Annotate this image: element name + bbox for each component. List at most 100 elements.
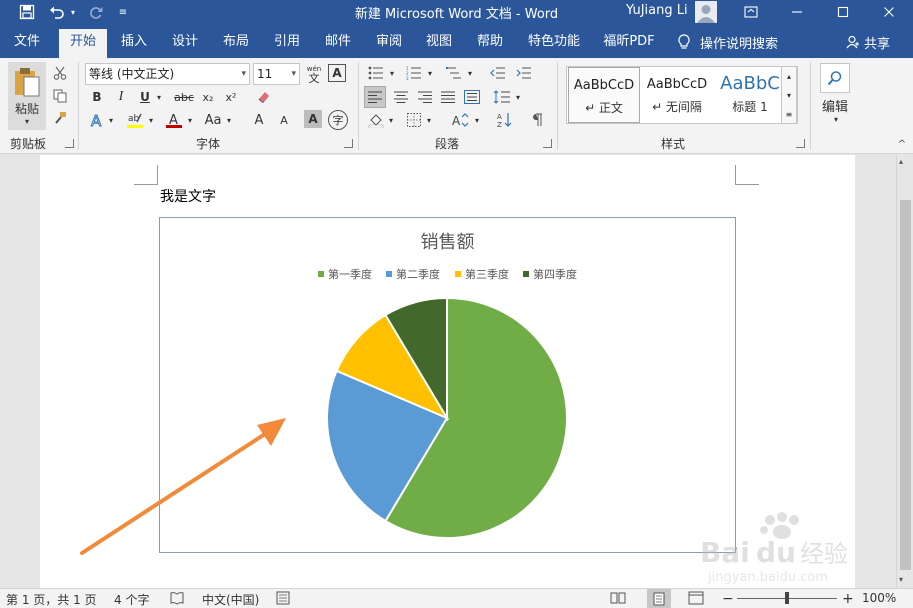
font-color-icon[interactable]: A bbox=[163, 110, 185, 130]
tell-me-search[interactable]: 操作说明搜索 bbox=[678, 29, 778, 55]
macro-icon[interactable] bbox=[276, 591, 290, 605]
multilevel-list-dropdown-icon[interactable]: ▾ bbox=[465, 64, 475, 82]
align-left-icon[interactable] bbox=[364, 86, 386, 108]
tab-layout[interactable]: 布局 bbox=[215, 29, 257, 58]
search-icon[interactable] bbox=[820, 63, 850, 93]
distributed-icon[interactable] bbox=[461, 86, 483, 108]
align-right-icon[interactable] bbox=[414, 86, 436, 108]
highlight-dropdown-icon[interactable]: ▾ bbox=[146, 110, 156, 130]
line-spacing-icon[interactable] bbox=[491, 86, 513, 108]
collapse-ribbon-icon[interactable]: ^ bbox=[895, 138, 909, 150]
tab-home[interactable]: 开始 bbox=[59, 29, 107, 58]
tab-references[interactable]: 引用 bbox=[266, 29, 308, 58]
read-mode-icon[interactable] bbox=[610, 591, 626, 605]
borders-icon[interactable] bbox=[404, 110, 424, 130]
enclose-characters-button[interactable]: 字 bbox=[328, 110, 348, 130]
borders-dropdown-icon[interactable]: ▾ bbox=[424, 110, 434, 130]
change-case-button[interactable]: Aa bbox=[204, 110, 222, 130]
minimize-icon[interactable] bbox=[774, 0, 820, 24]
scroll-up-icon[interactable]: ▴ bbox=[899, 157, 903, 166]
more-styles-icon[interactable]: ≡ bbox=[786, 105, 793, 124]
clipboard-launcher-icon[interactable] bbox=[65, 139, 74, 148]
word-count[interactable]: 4 个字 bbox=[114, 591, 149, 608]
superscript-button[interactable]: x² bbox=[222, 88, 240, 106]
chinese-layout-icon[interactable]: A bbox=[450, 110, 472, 130]
phonetic-guide-button[interactable]: wén 文 bbox=[304, 63, 324, 85]
justify-icon[interactable] bbox=[437, 86, 459, 108]
format-painter-icon[interactable] bbox=[51, 109, 69, 127]
zoom-level[interactable]: 100% bbox=[862, 591, 896, 605]
font-size-dropdown[interactable]: 11 ▾ bbox=[253, 63, 300, 85]
chevron-up-icon[interactable]: ▴ bbox=[787, 67, 791, 86]
styles-launcher-icon[interactable] bbox=[796, 139, 805, 148]
font-name-dropdown[interactable]: 等线 (中文正文) ▾ bbox=[85, 63, 250, 85]
clear-formatting-icon[interactable] bbox=[254, 88, 274, 106]
web-layout-icon[interactable] bbox=[688, 591, 704, 605]
tab-features[interactable]: 特色功能 bbox=[522, 29, 586, 58]
text-effects-icon[interactable]: A bbox=[88, 110, 106, 130]
styles-scroll[interactable]: ▴ ▾ ≡ bbox=[781, 66, 797, 124]
highlight-color-icon[interactable]: ab bbox=[124, 110, 146, 130]
tab-insert[interactable]: 插入 bbox=[113, 29, 155, 58]
document-text[interactable]: 我是文字 bbox=[160, 186, 216, 206]
vertical-scrollbar[interactable]: ▴ ▾ bbox=[896, 155, 913, 588]
shading-icon[interactable] bbox=[366, 110, 386, 130]
print-layout-icon[interactable] bbox=[647, 589, 671, 608]
maximize-icon[interactable] bbox=[820, 0, 866, 24]
cut-icon[interactable] bbox=[51, 64, 69, 82]
ribbon-display-options-icon[interactable] bbox=[728, 0, 774, 24]
copy-icon[interactable] bbox=[51, 87, 69, 105]
shrink-font-button[interactable]: A bbox=[275, 110, 293, 130]
editing-button[interactable]: 编辑 bbox=[815, 96, 855, 115]
scroll-down-icon[interactable]: ▾ bbox=[899, 575, 903, 584]
bold-button[interactable]: B bbox=[88, 88, 106, 106]
paragraph-launcher-icon[interactable] bbox=[543, 139, 552, 148]
close-icon[interactable] bbox=[866, 0, 912, 24]
language[interactable]: 中文(中国) bbox=[202, 591, 259, 608]
show-marks-icon[interactable] bbox=[527, 110, 547, 130]
zoom-slider-thumb[interactable] bbox=[785, 592, 789, 604]
tab-view[interactable]: 视图 bbox=[418, 29, 460, 58]
grow-font-button[interactable]: A bbox=[250, 110, 268, 130]
document-page[interactable]: 我是文字 销售额 第一季度 第二季度 第三季度 第四季度 ⌟ Bai du 经验… bbox=[40, 155, 855, 588]
text-effects-dropdown-icon[interactable]: ▾ bbox=[106, 110, 116, 130]
align-center-icon[interactable] bbox=[390, 86, 412, 108]
page-count[interactable]: 第 1 页，共 1 页 bbox=[6, 591, 97, 608]
font-color-dropdown-icon[interactable]: ▾ bbox=[185, 110, 195, 130]
numbering-dropdown-icon[interactable]: ▾ bbox=[425, 64, 435, 82]
underline-button[interactable]: U bbox=[136, 88, 154, 106]
style-heading-1[interactable]: AaBbC 标题 1 bbox=[714, 67, 786, 123]
character-shading-button[interactable]: A bbox=[304, 110, 322, 128]
style-no-spacing[interactable]: AaBbCcD ↵ 无间隔 bbox=[641, 67, 713, 123]
underline-dropdown-icon[interactable]: ▾ bbox=[154, 88, 164, 106]
sort-icon[interactable]: AZ bbox=[495, 110, 515, 130]
style-normal[interactable]: AaBbCcD ↵ 正文 bbox=[568, 67, 640, 123]
bullets-icon[interactable] bbox=[366, 64, 386, 82]
line-spacing-dropdown-icon[interactable]: ▾ bbox=[513, 86, 523, 108]
character-border-button[interactable]: A bbox=[328, 64, 346, 82]
tab-review[interactable]: 审阅 bbox=[368, 29, 410, 58]
paste-button[interactable]: 粘贴 ▾ bbox=[8, 62, 46, 130]
bullets-dropdown-icon[interactable]: ▾ bbox=[387, 64, 397, 82]
chevron-down-icon[interactable]: ▾ bbox=[787, 86, 791, 105]
font-launcher-icon[interactable] bbox=[344, 139, 353, 148]
tab-foxit-pdf[interactable]: 福昕PDF bbox=[596, 29, 662, 58]
proofing-icon[interactable] bbox=[170, 591, 184, 605]
increase-indent-icon[interactable] bbox=[514, 64, 534, 82]
tab-mailings[interactable]: 邮件 bbox=[317, 29, 359, 58]
share-button[interactable]: 共享 bbox=[846, 29, 890, 55]
tab-file[interactable]: 文件 bbox=[4, 29, 50, 58]
shading-dropdown-icon[interactable]: ▾ bbox=[386, 110, 396, 130]
subscript-button[interactable]: x₂ bbox=[199, 88, 217, 106]
decrease-indent-icon[interactable] bbox=[488, 64, 508, 82]
scrollbar-thumb[interactable] bbox=[900, 200, 911, 570]
numbering-icon[interactable]: 123 bbox=[404, 64, 424, 82]
tab-design[interactable]: 设计 bbox=[164, 29, 206, 58]
strikethrough-button[interactable]: abc bbox=[172, 88, 196, 106]
editing-dropdown-icon[interactable]: ▾ bbox=[830, 113, 842, 125]
chinese-layout-dropdown-icon[interactable]: ▾ bbox=[472, 110, 482, 130]
zoom-out-icon[interactable]: − bbox=[722, 591, 734, 607]
italic-button[interactable]: I bbox=[112, 88, 130, 106]
zoom-in-icon[interactable]: + bbox=[842, 591, 854, 607]
avatar[interactable] bbox=[695, 1, 717, 23]
